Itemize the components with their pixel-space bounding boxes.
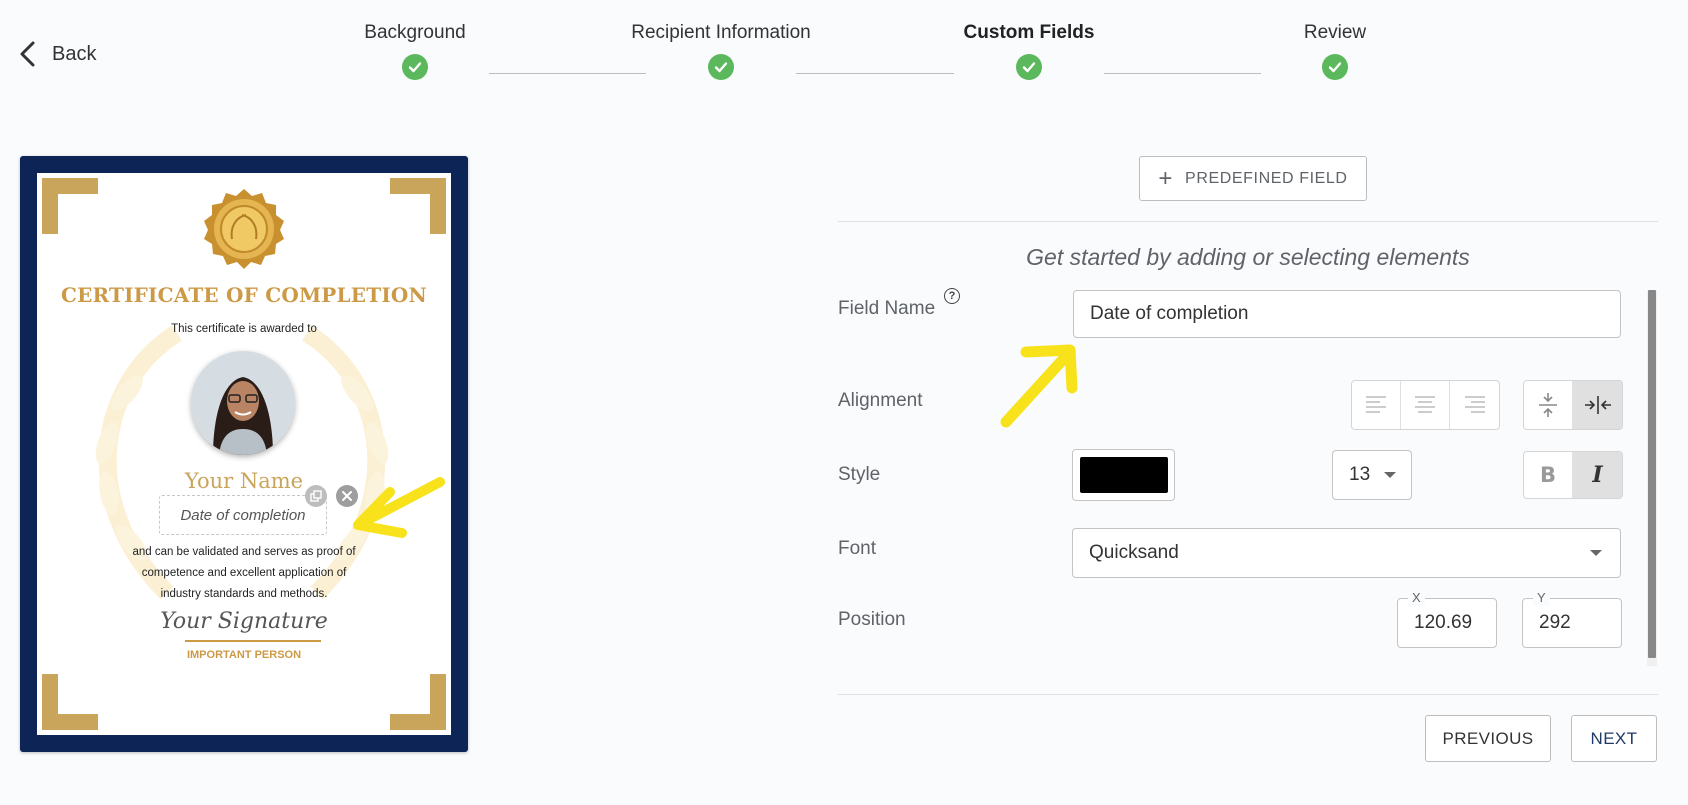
step-recipient-information[interactable]: Recipient Information — [591, 22, 851, 80]
vertical-align-group — [1523, 380, 1623, 430]
annotation-arrow — [353, 477, 445, 538]
horizontal-center-icon[interactable] — [1573, 381, 1622, 429]
back-label: Back — [52, 42, 97, 65]
body-line: industry standards and methods. — [160, 588, 328, 600]
step-review[interactable]: Review — [1205, 22, 1465, 80]
signature: Your Signature — [160, 609, 328, 634]
y-legend: Y — [1533, 590, 1550, 606]
align-right-icon[interactable] — [1450, 381, 1499, 429]
font-size-select[interactable]: 13 — [1332, 450, 1412, 500]
hint-text: Get started by adding or selecting eleme… — [1026, 244, 1470, 270]
field-name-label: Field Name — [838, 298, 936, 319]
help-icon[interactable]: ? — [944, 288, 960, 304]
font-label: Font — [838, 538, 877, 559]
step-label: Review — [1303, 22, 1367, 43]
check-icon — [1016, 54, 1042, 80]
corner-ornament — [42, 674, 98, 730]
step-custom-fields[interactable]: Custom Fields — [899, 22, 1159, 80]
corner-ornament — [42, 178, 98, 234]
text-align-group — [1351, 380, 1500, 430]
alignment-label: Alignment — [838, 390, 923, 411]
selected-date-field[interactable]: Date of completion — [159, 495, 327, 535]
check-icon — [402, 54, 428, 80]
position-x-value: 120.69 — [1414, 612, 1473, 633]
font-style-group: B I — [1523, 451, 1623, 499]
position-y-input[interactable]: Y 292 — [1522, 590, 1622, 648]
back-button[interactable]: Back — [18, 40, 96, 68]
step-label: Custom Fields — [963, 22, 1095, 43]
bold-icon[interactable]: B — [1524, 452, 1573, 498]
vertical-center-icon[interactable] — [1524, 381, 1573, 429]
next-button[interactable]: NEXT — [1571, 715, 1657, 762]
certificate-canvas[interactable]: CERTIFICATE OF COMPLETION This certifica… — [37, 173, 451, 735]
duplicate-icon[interactable] — [305, 485, 327, 507]
position-x-input[interactable]: X 120.69 — [1397, 590, 1497, 648]
scrollbar[interactable] — [1647, 290, 1657, 666]
align-left-icon[interactable] — [1352, 381, 1401, 429]
signature-underline — [185, 640, 321, 642]
font-family-select[interactable]: Quicksand — [1072, 528, 1621, 578]
certificate-body: and can be validated and serves as proof… — [87, 542, 401, 605]
position-y-value: 292 — [1539, 612, 1571, 633]
plus-icon: + — [1158, 164, 1174, 192]
corner-ornament — [390, 178, 446, 234]
certificate-preview[interactable]: CERTIFICATE OF COMPLETION This certifica… — [20, 156, 468, 752]
previous-button[interactable]: PREVIOUS — [1425, 715, 1551, 762]
bold-glyph: B — [1539, 463, 1556, 487]
style-label: Style — [838, 464, 881, 485]
position-label: Position — [838, 609, 906, 630]
scrollbar-thumb[interactable] — [1648, 290, 1656, 658]
signer-title: IMPORTANT PERSON — [186, 649, 302, 661]
awarded-text: This certificate is awarded to — [171, 323, 317, 335]
font-family-value: Quicksand — [1089, 542, 1179, 563]
chevron-down-icon — [1590, 550, 1602, 556]
font-size-value: 13 — [1349, 464, 1371, 485]
divider — [838, 221, 1658, 222]
body-line: competence and excellent application of — [141, 567, 347, 579]
field-name-input[interactable]: Date of completion — [1073, 290, 1621, 338]
body-line: and can be validated and serves as proof… — [132, 546, 356, 558]
step-background[interactable]: Background — [285, 22, 545, 80]
check-icon — [1322, 54, 1348, 80]
italic-icon[interactable]: I — [1573, 452, 1622, 498]
chevron-left-icon — [20, 41, 35, 67]
x-legend: X — [1408, 590, 1425, 606]
align-center-icon[interactable] — [1401, 381, 1450, 429]
check-icon — [708, 54, 734, 80]
divider — [838, 694, 1658, 695]
italic-glyph: I — [1592, 462, 1603, 488]
corner-ornament — [390, 674, 446, 730]
gold-seal-icon — [204, 189, 284, 269]
recipient-photo — [191, 351, 295, 455]
color-picker[interactable] — [1072, 449, 1175, 501]
color-swatch — [1079, 457, 1168, 493]
certificate-title: CERTIFICATE OF COMPLETION — [60, 283, 427, 307]
predefined-field-label: PREDEFINED FIELD — [1185, 169, 1348, 187]
add-predefined-field-button[interactable]: + PREDEFINED FIELD — [1139, 156, 1367, 201]
chevron-down-icon — [1384, 472, 1397, 478]
step-label: Recipient Information — [631, 22, 811, 43]
annotation-arrow — [1000, 344, 1078, 428]
step-label: Background — [364, 22, 466, 43]
